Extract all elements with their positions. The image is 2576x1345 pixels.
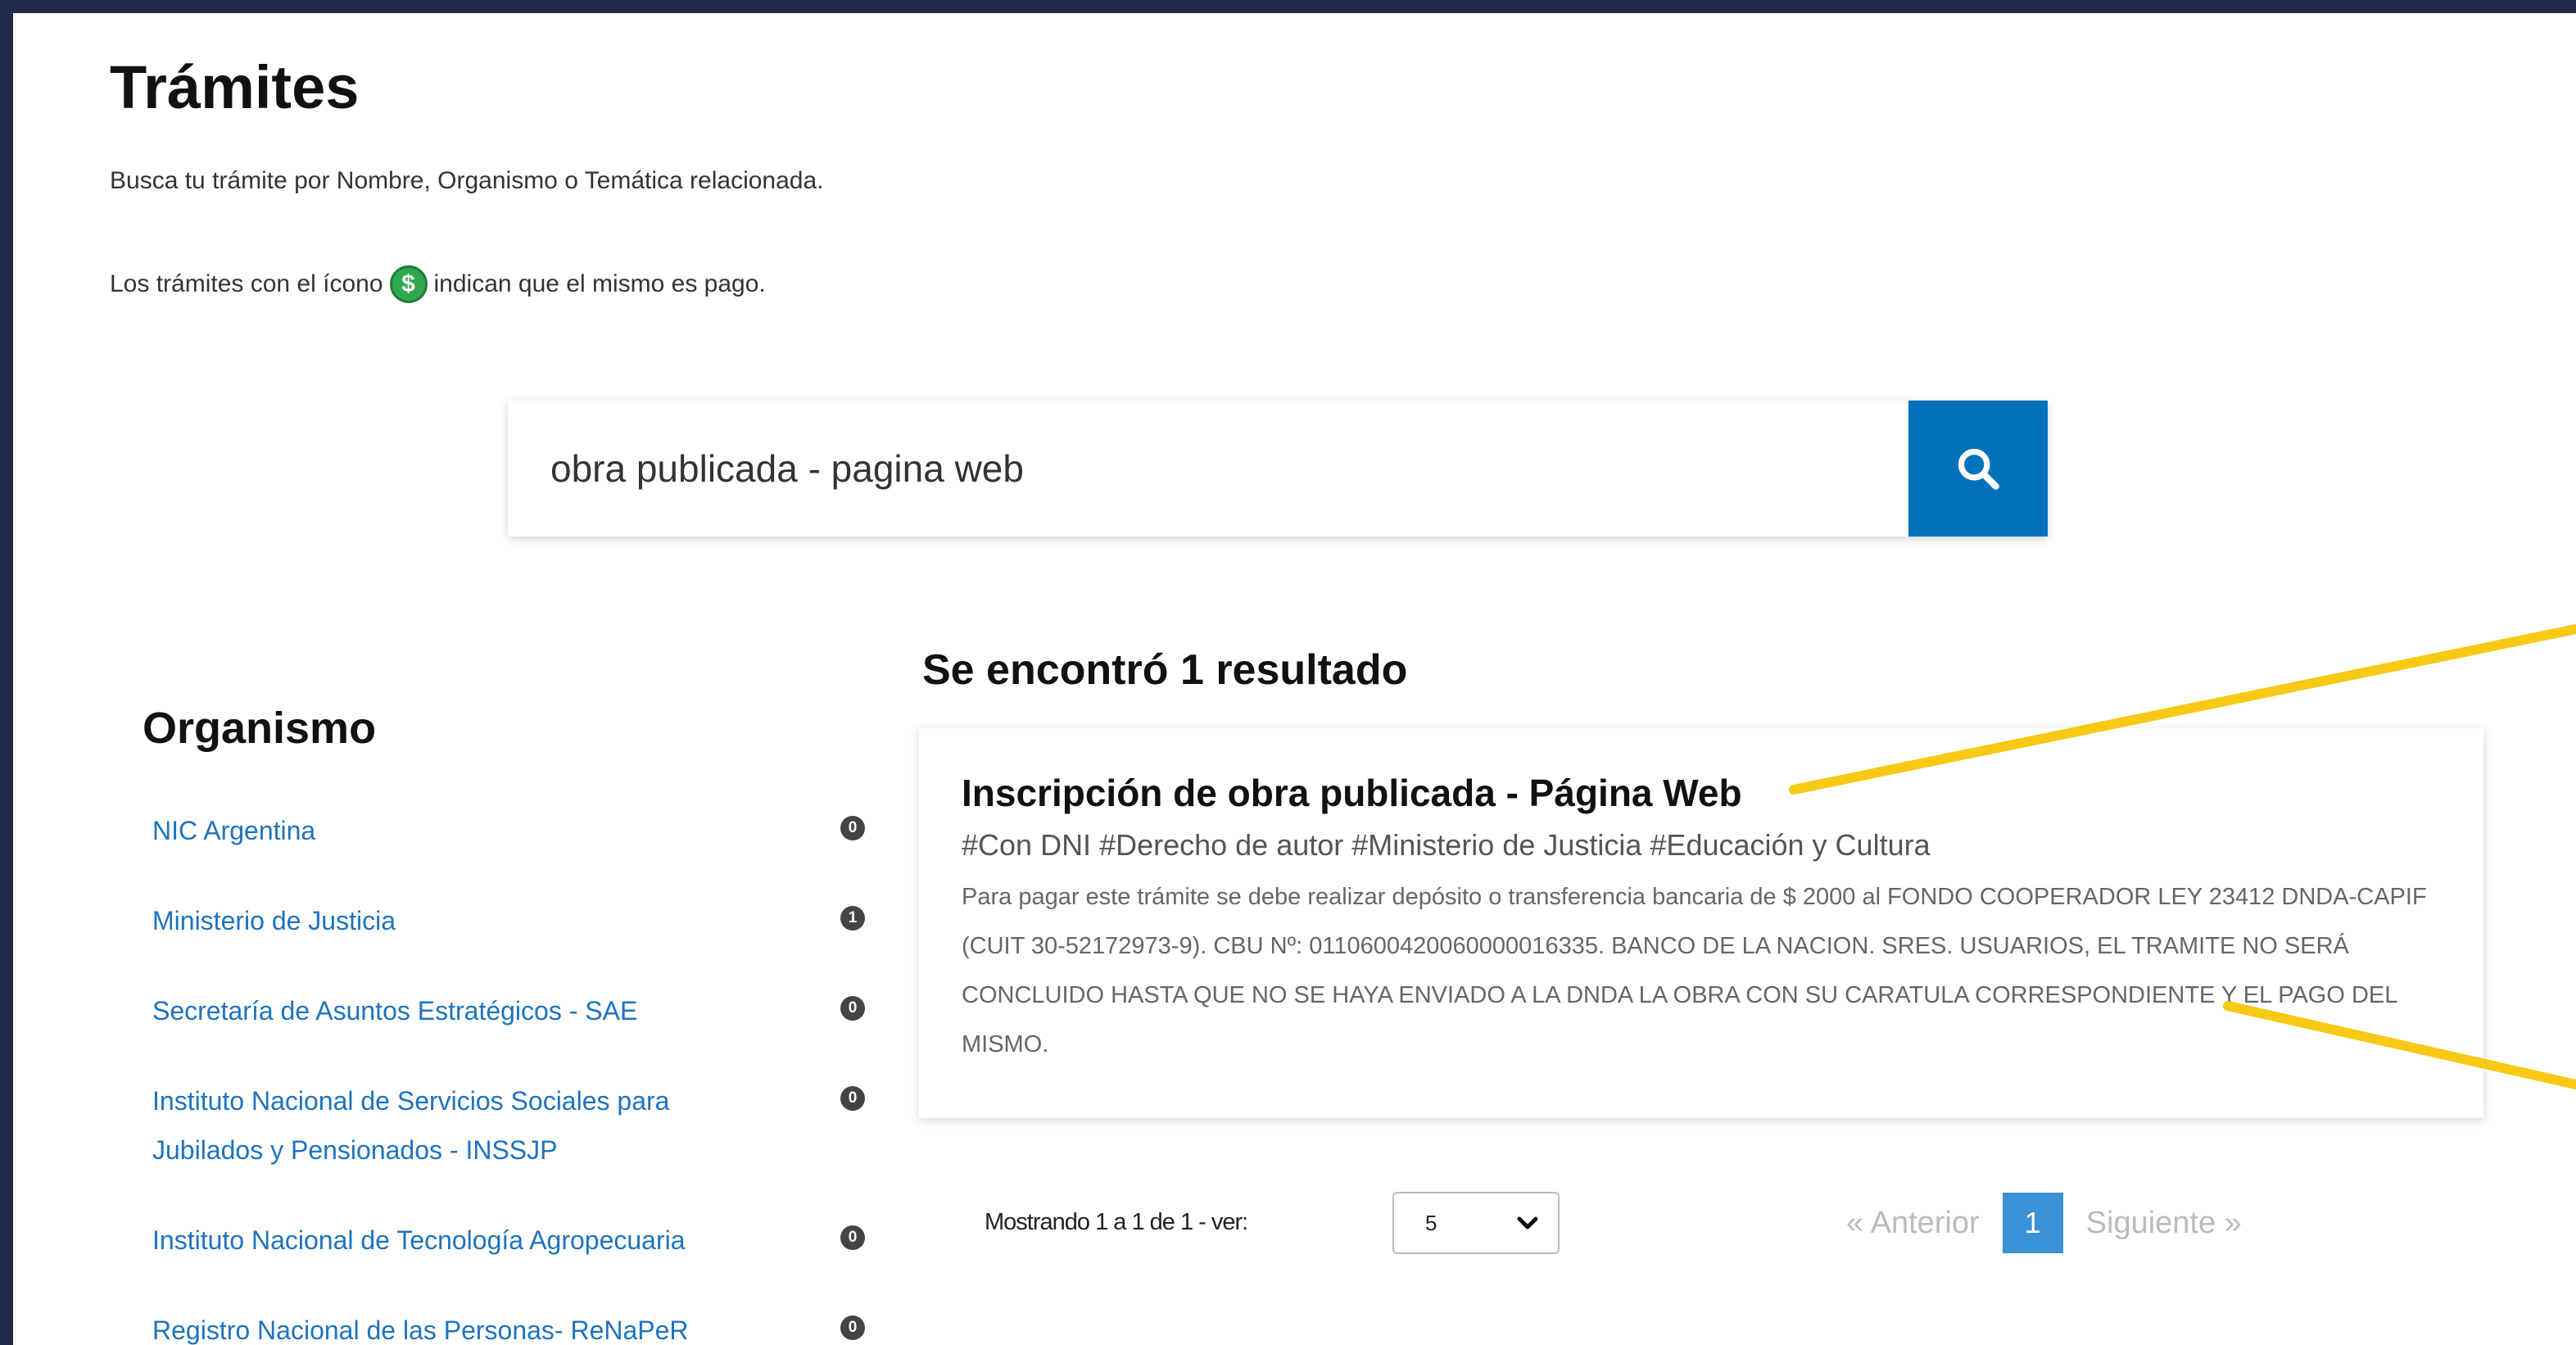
pagination: « Anterior 1 Siguiente » [1846, 1190, 2242, 1256]
chevron-down-icon [1517, 1216, 1538, 1230]
search-icon [1958, 448, 1999, 490]
organismo-filter-list: NIC Argentina 0 Ministerio de Justicia 1… [152, 806, 865, 1345]
organismo-item[interactable]: NIC Argentina 0 [152, 806, 865, 896]
organismo-link[interactable]: Instituto Nacional de Servicios Sociales… [152, 1076, 775, 1216]
page-title: Trámites [110, 53, 360, 121]
search-button[interactable] [1908, 401, 2048, 537]
sidebar-title: Organismo [143, 704, 377, 753]
organismo-item[interactable]: Registro Nacional de las Personas- ReNaP… [152, 1306, 865, 1345]
organismo-link[interactable]: Secretaría de Asuntos Estratégicos - SAE [152, 986, 775, 1076]
current-page[interactable]: 1 [2002, 1193, 2063, 1253]
organismo-item[interactable]: Ministerio de Justicia 1 [152, 896, 865, 986]
paid-info: Los trámites con el ícono $ indican que … [110, 265, 766, 303]
organismo-item[interactable]: Secretaría de Asuntos Estratégicos - SAE… [152, 986, 865, 1076]
organismo-count-badge: 0 [840, 996, 865, 1021]
results-heading: Se encontró 1 resultado [922, 646, 1408, 694]
prev-page-link[interactable]: « Anterior [1846, 1206, 1980, 1241]
dollar-icon: $ [389, 265, 428, 303]
organismo-link[interactable]: Registro Nacional de las Personas- ReNaP… [152, 1306, 775, 1345]
paid-info-text-before: Los trámites con el ícono [110, 270, 383, 297]
organismo-count-badge: 0 [840, 816, 865, 840]
search-input[interactable] [508, 401, 1908, 537]
result-title[interactable]: Inscripción de obra publicada - Página W… [962, 771, 2441, 815]
organismo-link[interactable]: NIC Argentina [152, 806, 775, 896]
search-bar [508, 401, 2048, 537]
page-subtitle: Busca tu trámite por Nombre, Organismo o… [110, 167, 824, 194]
organismo-count-badge: 1 [840, 906, 865, 931]
page-size-value: 5 [1425, 1210, 1437, 1235]
organismo-count-badge: 0 [840, 1316, 865, 1340]
organismo-link[interactable]: Ministerio de Justicia [152, 896, 775, 986]
page-size-select[interactable]: 5 [1392, 1192, 1560, 1254]
paid-info-text-after: indican que el mismo es pago. [433, 270, 766, 297]
result-description: Para pagar este trámite se debe realizar… [962, 884, 2427, 1057]
organismo-item[interactable]: Instituto Nacional de Tecnología Agropec… [152, 1216, 865, 1306]
result-card[interactable]: Inscripción de obra publicada - Página W… [919, 728, 2483, 1118]
organismo-item[interactable]: Instituto Nacional de Servicios Sociales… [152, 1076, 865, 1216]
organismo-count-badge: 0 [840, 1225, 865, 1250]
showing-count: Mostrando 1 a 1 de 1 - ver: [985, 1209, 1248, 1235]
next-page-link[interactable]: Siguiente » [2086, 1206, 2242, 1241]
organismo-count-badge: 0 [840, 1086, 865, 1111]
result-tags: #Con DNI #Derecho de autor #Ministerio d… [962, 828, 1931, 862]
page: Trámites Busca tu trámite por Nombre, Or… [13, 13, 2576, 1345]
organismo-link[interactable]: Instituto Nacional de Tecnología Agropec… [152, 1216, 775, 1306]
